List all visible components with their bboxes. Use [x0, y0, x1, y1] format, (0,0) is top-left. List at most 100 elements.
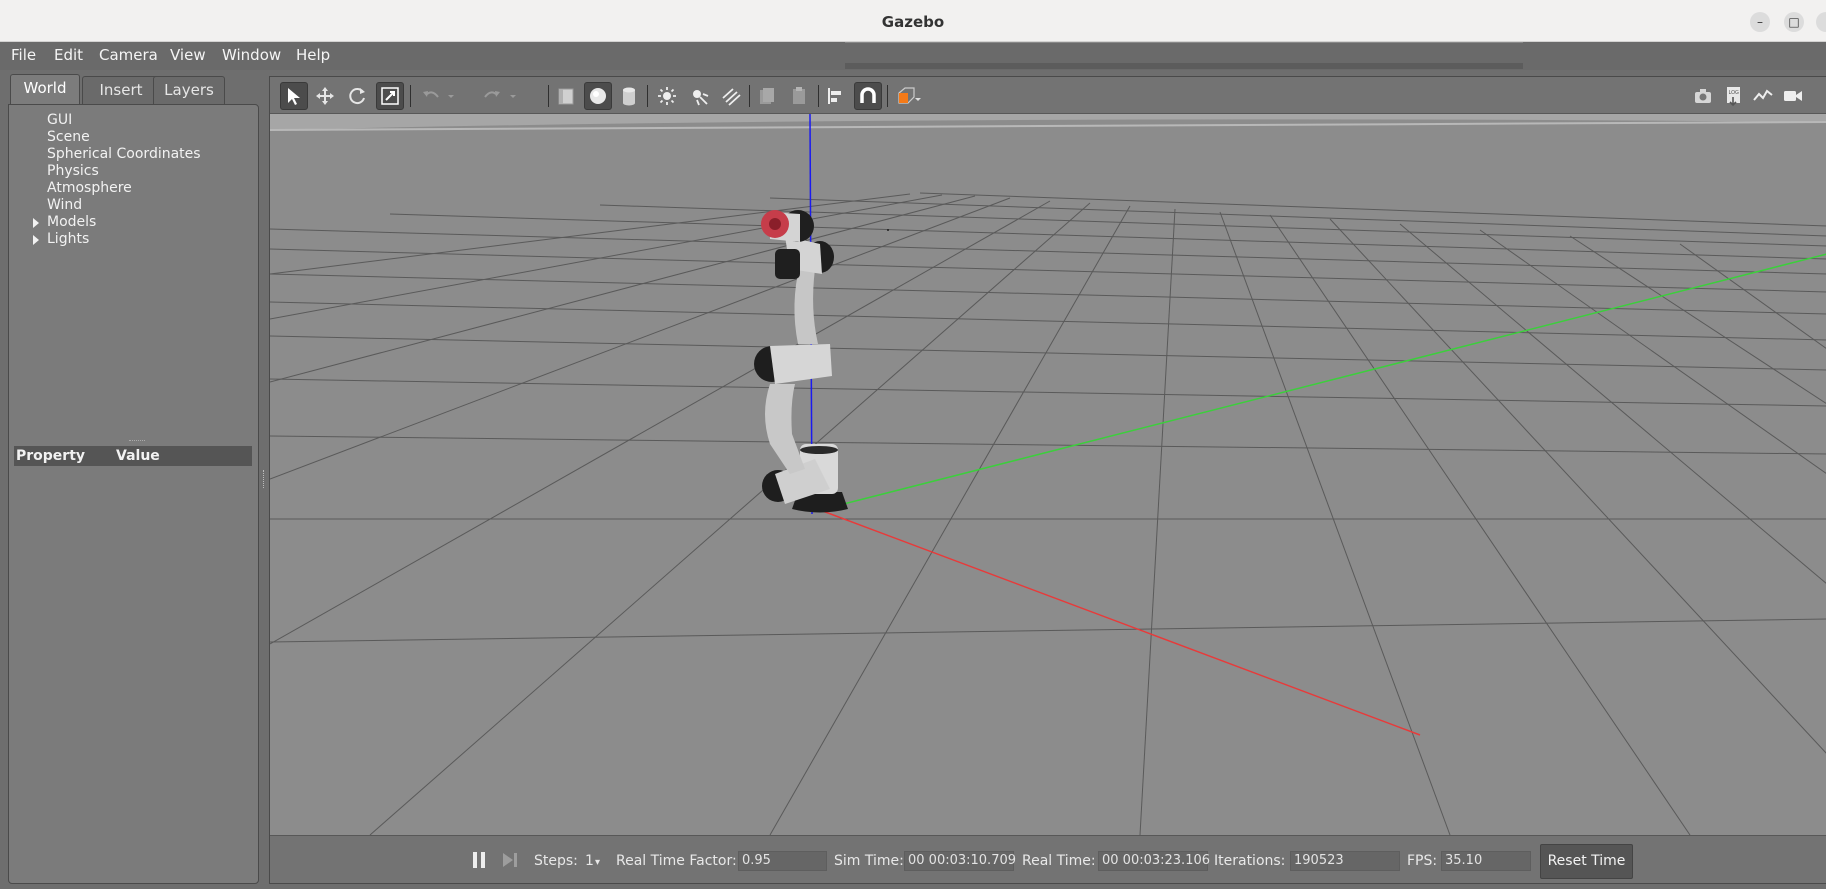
cylinder-icon — [623, 87, 635, 106]
iterations-field: 190523 — [1290, 851, 1400, 871]
align-icon — [828, 88, 841, 104]
spot-light-button[interactable] — [685, 82, 713, 110]
sim-time-label: Sim Time: — [834, 853, 904, 869]
scale-icon — [381, 87, 399, 105]
real-time-field: 00 00:03:23.106 — [1098, 851, 1210, 871]
scene-canvas — [270, 114, 1826, 835]
window-title: Gazebo — [881, 13, 945, 31]
menu-view[interactable]: View — [170, 46, 206, 64]
time-control-bar: Steps: 1 ▾ Real Time Factor: 0.95 Sim Ti… — [270, 835, 1826, 883]
menu-window[interactable]: Window — [222, 46, 281, 64]
directional-light-icon — [722, 88, 741, 106]
box-shape-button[interactable] — [552, 82, 580, 110]
undo-history-dropdown[interactable] — [445, 82, 457, 110]
undo-button[interactable] — [417, 82, 445, 110]
tab-layers[interactable]: Layers — [153, 76, 225, 104]
align-button[interactable] — [822, 82, 850, 110]
render-toolbar: LOG — [270, 77, 1826, 114]
menu-help[interactable]: Help — [296, 46, 330, 64]
sun-icon — [658, 87, 676, 105]
tab-world[interactable]: World — [10, 74, 80, 104]
box-icon — [558, 88, 574, 105]
tree-item-spherical-coordinates[interactable]: Spherical Coordinates — [23, 146, 201, 163]
log-icon: LOG — [1727, 87, 1740, 107]
arrow-cursor-icon — [288, 88, 300, 105]
steps-label: Steps: — [534, 853, 578, 869]
left-panel: World Insert Layers GUI Scene Spherical … — [8, 74, 260, 884]
cylinder-shape-button[interactable] — [615, 82, 643, 110]
point-light-button[interactable] — [653, 82, 681, 110]
pause-icon — [473, 852, 485, 868]
menu-camera[interactable]: Camera — [99, 46, 158, 64]
paste-button[interactable] — [785, 82, 813, 110]
expand-arrow-icon[interactable] — [33, 235, 39, 245]
gazebo-window: Gazebo – □ File Edit Camera View Window … — [0, 0, 1826, 889]
rotate-icon — [349, 88, 365, 105]
redo-history-dropdown[interactable] — [507, 82, 519, 110]
step-button[interactable] — [496, 846, 524, 874]
real-time-label: Real Time: — [1022, 853, 1096, 869]
world-tree: GUI Scene Spherical Coordinates Physics … — [23, 112, 201, 248]
record-video-button[interactable] — [1779, 82, 1807, 110]
sphere-shape-button[interactable] — [584, 82, 612, 110]
tree-item-wind[interactable]: Wind — [23, 197, 201, 214]
toolbar-separator — [749, 85, 750, 107]
rotate-mode-button[interactable] — [343, 82, 371, 110]
tree-item-atmosphere[interactable]: Atmosphere — [23, 180, 201, 197]
tree-item-physics[interactable]: Physics — [23, 163, 201, 180]
menu-edit[interactable]: Edit — [54, 46, 83, 64]
log-button[interactable]: LOG — [1719, 82, 1747, 110]
steps-value[interactable]: 1 — [585, 853, 594, 869]
reset-time-button[interactable]: Reset Time — [1540, 844, 1633, 879]
chevron-down-icon — [510, 95, 516, 98]
tab-insert[interactable]: Insert — [82, 76, 160, 104]
select-mode-button[interactable] — [280, 82, 308, 110]
menu-scrollbar — [845, 63, 1523, 69]
value-column-header: Value — [116, 448, 160, 464]
translate-mode-button[interactable] — [311, 82, 339, 110]
plot-button[interactable] — [1749, 82, 1777, 110]
redo-button[interactable] — [478, 82, 506, 110]
screenshot-button[interactable] — [1689, 82, 1717, 110]
minimize-button[interactable]: – — [1750, 12, 1770, 32]
tree-item-scene[interactable]: Scene — [23, 129, 201, 146]
render-panel: LOG Steps: 1 ▾ Real Time Factor: 0.95 Si… — [269, 76, 1826, 884]
snap-button[interactable] — [854, 82, 882, 110]
line-chart-icon — [1753, 89, 1773, 101]
chevron-down-icon[interactable]: ▾ — [595, 857, 600, 868]
toolbar-separator — [548, 85, 549, 107]
menu-divider — [845, 42, 1523, 43]
move-arrows-icon — [316, 87, 334, 105]
toolbar-separator — [818, 85, 819, 107]
video-camera-icon — [1784, 91, 1802, 101]
tree-item-lights[interactable]: Lights — [23, 231, 201, 248]
directional-light-button[interactable] — [717, 82, 745, 110]
property-column-header: Property — [16, 448, 86, 464]
pause-button[interactable] — [465, 846, 493, 874]
spot-light-icon — [693, 90, 709, 106]
svg-text:LOG: LOG — [1729, 90, 1740, 96]
chevron-down-icon — [448, 95, 454, 98]
tree-item-gui[interactable]: GUI — [23, 112, 201, 129]
view-angle-dropdown[interactable] — [913, 82, 923, 110]
paste-icon — [793, 87, 805, 104]
step-forward-icon — [503, 853, 517, 867]
toolbar-separator — [887, 85, 888, 107]
fps-label: FPS: — [1407, 853, 1438, 869]
copy-icon — [760, 88, 774, 104]
3d-scene-view[interactable] — [270, 114, 1826, 835]
magnet-icon — [860, 87, 876, 103]
sphere-icon — [590, 88, 606, 104]
chevron-down-icon — [915, 98, 921, 101]
scale-mode-button[interactable] — [376, 82, 404, 110]
maximize-button[interactable]: □ — [1784, 12, 1804, 32]
panel-splitter-handle[interactable] — [129, 440, 145, 442]
undo-icon — [423, 91, 439, 98]
expand-arrow-icon[interactable] — [33, 218, 39, 228]
copy-button[interactable] — [753, 82, 781, 110]
menu-file[interactable]: File — [11, 46, 36, 64]
real-time-factor-label: Real Time Factor: — [616, 853, 737, 869]
redo-icon — [484, 91, 500, 98]
tree-item-models[interactable]: Models — [23, 214, 201, 231]
vertical-splitter-handle[interactable] — [263, 470, 266, 488]
